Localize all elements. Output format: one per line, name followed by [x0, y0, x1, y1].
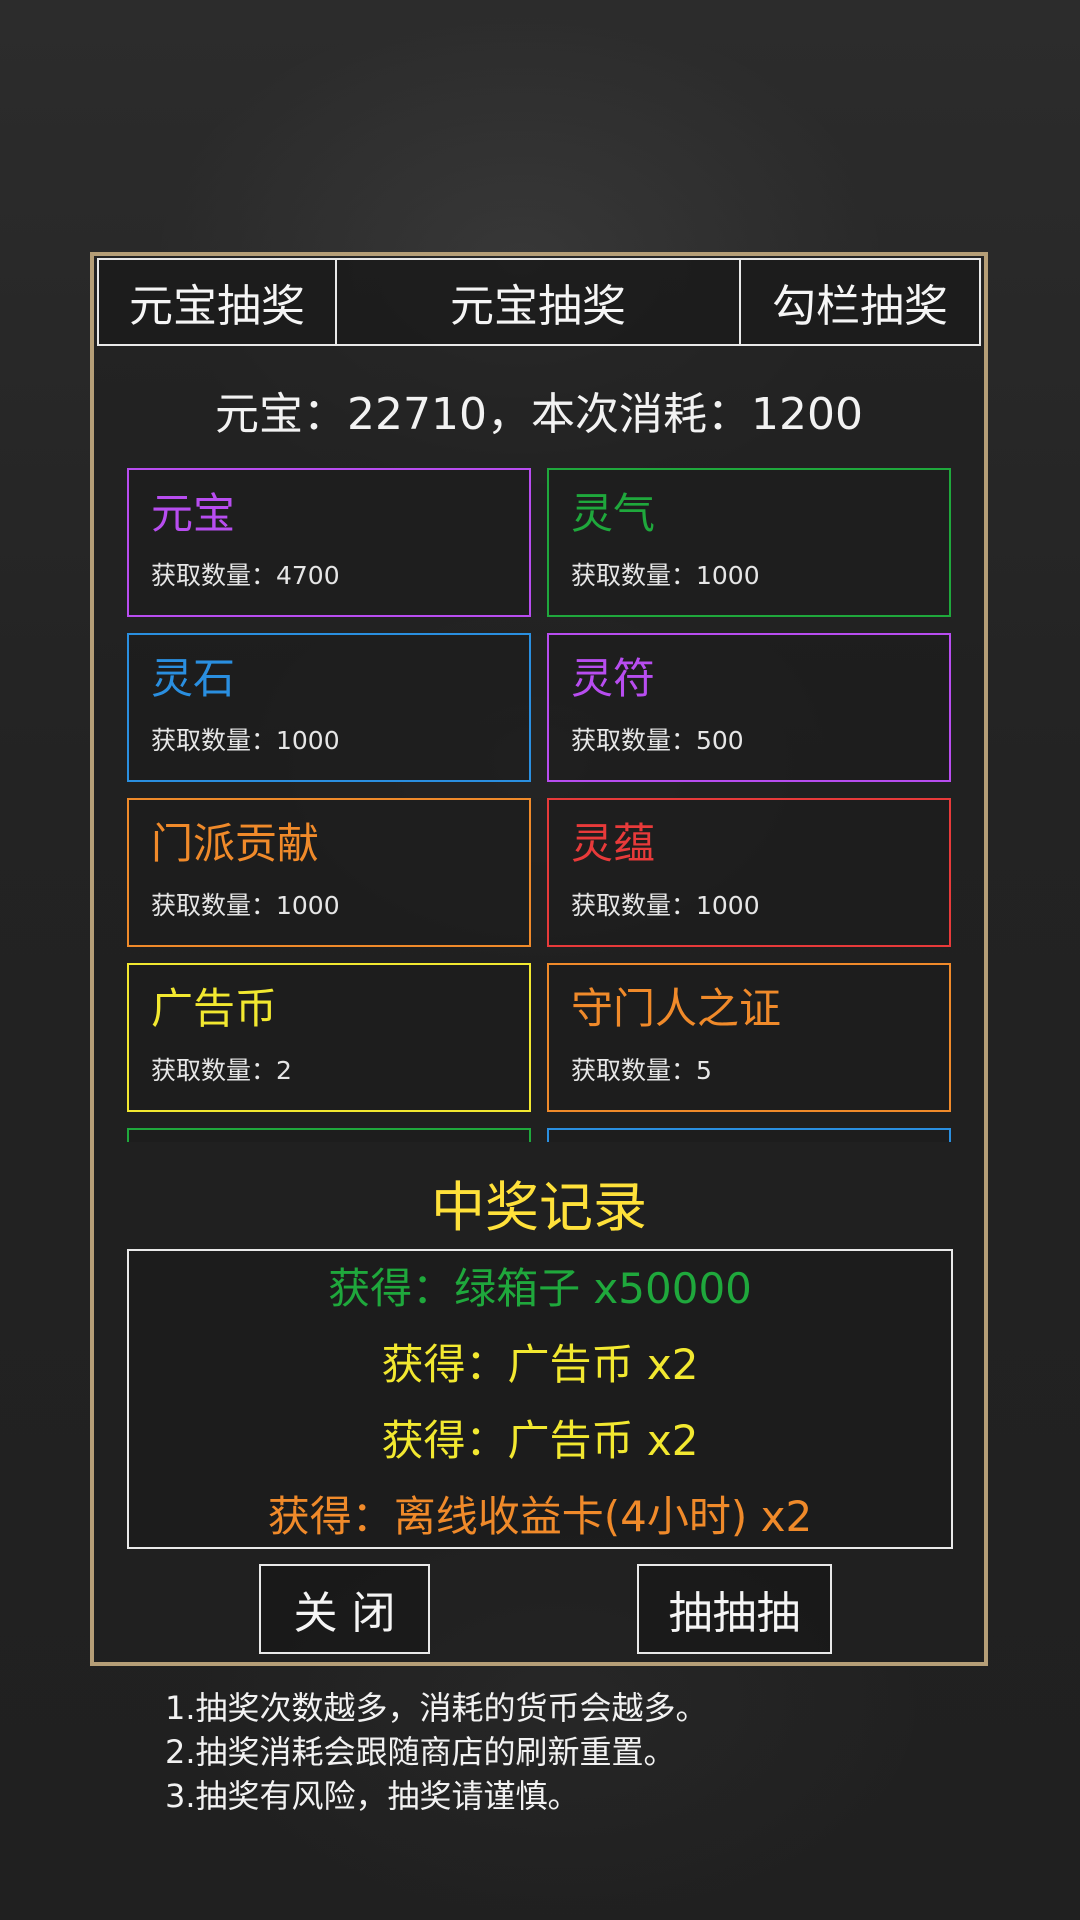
prize-quantity: 获取数量：1000	[571, 891, 760, 920]
prize-name: 灵石	[151, 654, 236, 703]
lottery-tabs: 元宝抽奖 元宝抽奖 勾栏抽奖	[97, 258, 981, 346]
draw-button[interactable]: 抽抽抽	[637, 1564, 832, 1654]
prize-card: 灵蕴 获取数量：1000	[547, 798, 951, 947]
prize-card: 灵石 获取数量：1000	[127, 633, 531, 782]
prize-name: 元宝	[151, 489, 236, 538]
tab-yuanbao-lottery-2[interactable]: 元宝抽奖	[337, 258, 741, 346]
prize-quantity: 获取数量：1000	[571, 561, 760, 590]
prize-card: 广告币 获取数量：2	[127, 963, 531, 1112]
prize-card: 守门人之证 获取数量：5	[547, 963, 951, 1112]
record-item: 获得：广告币 x2	[381, 1416, 699, 1465]
prize-name: 守门人之证	[571, 984, 782, 1033]
note-line: 2.抽奖消耗会跟随商店的刷新重置。	[165, 1733, 676, 1771]
close-button[interactable]: 关 闭	[259, 1564, 430, 1654]
prize-quantity: 获取数量：5	[571, 1056, 712, 1085]
prize-quantity: 获取数量：2	[151, 1056, 292, 1085]
prize-name: 灵气	[571, 489, 656, 538]
prize-name: 广告币	[151, 984, 278, 1033]
note-line: 1.抽奖次数越多，消耗的货币会越多。	[165, 1689, 708, 1727]
prize-quantity: 获取数量：500	[571, 726, 744, 755]
currency-cost-line: 元宝：22710，本次消耗：1200	[215, 389, 863, 440]
prize-card: 灵符 获取数量：500	[547, 633, 951, 782]
prize-grid: 元宝 获取数量：4700 灵气 获取数量：1000 灵石 获取数量：1000 灵…	[127, 468, 953, 1142]
note-line: 3.抽奖有风险，抽奖请谨慎。	[165, 1777, 580, 1815]
prize-quantity: 获取数量：4700	[151, 561, 340, 590]
prize-card	[127, 1128, 531, 1142]
prize-card	[547, 1128, 951, 1142]
prize-card: 门派贡献 获取数量：1000	[127, 798, 531, 947]
prize-grid-viewport[interactable]: 元宝 获取数量：4700 灵气 获取数量：1000 灵石 获取数量：1000 灵…	[127, 468, 953, 1142]
prize-name: 灵蕴	[571, 819, 656, 868]
rules-notes: 1.抽奖次数越多，消耗的货币会越多。 2.抽奖消耗会跟随商店的刷新重置。 3.抽…	[165, 1686, 965, 1818]
prize-name: 门派贡献	[151, 819, 320, 868]
records-list[interactable]: 获得：绿箱子 x50000 获得：广告币 x2 获得：广告币 x2 获得：离线收…	[127, 1249, 953, 1549]
tab-yuanbao-lottery-1[interactable]: 元宝抽奖	[97, 258, 337, 346]
prize-card: 灵气 获取数量：1000	[547, 468, 951, 617]
prize-quantity: 获取数量：1000	[151, 726, 340, 755]
tab-goulan-lottery[interactable]: 勾栏抽奖	[741, 258, 981, 346]
record-item: 获得：绿箱子 x50000	[328, 1264, 752, 1313]
record-item: 获得：离线收益卡(4小时) x2	[267, 1492, 813, 1541]
prize-card: 元宝 获取数量：4700	[127, 468, 531, 617]
record-item: 获得：广告币 x2	[381, 1340, 699, 1389]
records-title: 中奖记录	[431, 1176, 647, 1239]
prize-quantity: 获取数量：1000	[151, 891, 340, 920]
prize-name: 灵符	[571, 654, 656, 703]
